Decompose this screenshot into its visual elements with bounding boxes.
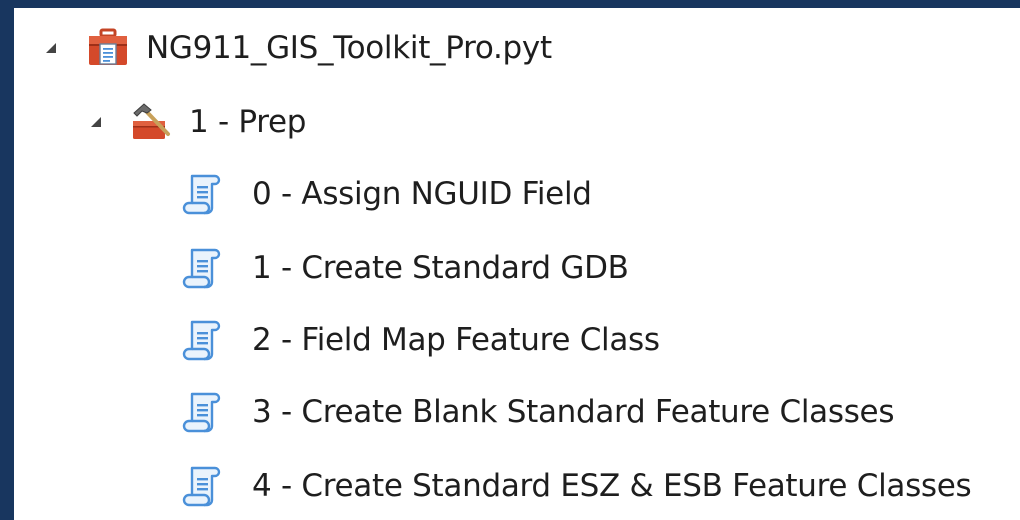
script-tool-icon	[181, 462, 223, 510]
tree-item-tool[interactable]: 3 - Create Blank Standard Feature Classe…	[181, 382, 894, 442]
tool-label: 2 - Field Map Feature Class	[252, 322, 660, 358]
expanded-caret-icon[interactable]	[85, 111, 107, 133]
catalog-tree-panel: NG911_GIS_Toolkit_Pro.pyt 1 - Prep 0 - A…	[14, 8, 1020, 520]
tool-label: 1 - Create Standard GDB	[252, 250, 629, 286]
tree-item-tool[interactable]: 4 - Create Standard ESZ & ESB Feature Cl…	[181, 456, 972, 516]
python-toolbox-icon	[84, 24, 132, 72]
toolset-hammer-icon	[129, 98, 177, 146]
tool-label: 4 - Create Standard ESZ & ESB Feature Cl…	[252, 468, 972, 504]
window-background: NG911_GIS_Toolkit_Pro.pyt 1 - Prep 0 - A…	[0, 0, 1020, 520]
script-tool-icon	[181, 388, 223, 436]
tree-item-toolset[interactable]: 1 - Prep	[85, 92, 306, 152]
tree-item-tool[interactable]: 2 - Field Map Feature Class	[181, 310, 660, 370]
tool-label: 0 - Assign NGUID Field	[252, 176, 592, 212]
script-tool-icon	[181, 170, 223, 218]
tree-item-tool[interactable]: 1 - Create Standard GDB	[181, 238, 629, 298]
toolset-label: 1 - Prep	[189, 104, 307, 140]
script-tool-icon	[181, 316, 223, 364]
tree-item-tool[interactable]: 0 - Assign NGUID Field	[181, 164, 592, 224]
expanded-caret-icon[interactable]	[40, 37, 62, 59]
toolbox-label: NG911_GIS_Toolkit_Pro.pyt	[146, 30, 552, 66]
tool-label: 3 - Create Blank Standard Feature Classe…	[252, 394, 895, 430]
script-tool-icon	[181, 244, 223, 292]
tree-item-toolbox[interactable]: NG911_GIS_Toolkit_Pro.pyt	[40, 18, 552, 78]
